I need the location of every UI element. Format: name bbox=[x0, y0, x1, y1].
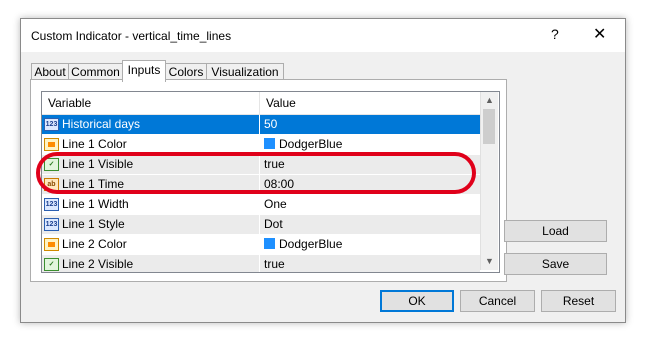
inputs-grid: Variable Value 123 Historical days 50 Li… bbox=[41, 91, 500, 273]
cancel-button[interactable]: Cancel bbox=[460, 290, 535, 312]
value-cell[interactable]: Dot bbox=[260, 215, 480, 235]
scroll-thumb[interactable] bbox=[483, 109, 495, 144]
custom-indicator-dialog: Custom Indicator - vertical_time_lines ?… bbox=[20, 18, 626, 323]
value-cell[interactable]: One bbox=[260, 195, 480, 215]
table-row[interactable]: 123 Historical days 50 bbox=[42, 115, 480, 135]
vertical-scrollbar[interactable]: ▲ ▼ bbox=[480, 92, 498, 270]
value-text: DodgerBlue bbox=[279, 237, 343, 251]
color-swatch bbox=[264, 138, 275, 149]
load-button[interactable]: Load bbox=[504, 220, 607, 242]
tab-visualization[interactable]: Visualization bbox=[206, 63, 284, 80]
value-cell[interactable]: true bbox=[260, 155, 480, 175]
variable-cell: Line 1 Width bbox=[42, 195, 260, 215]
variable-cell: Historical days bbox=[42, 115, 260, 135]
title-bar: Custom Indicator - vertical_time_lines ?… bbox=[21, 19, 625, 52]
table-row[interactable]: 123 Line 1 Style Dot bbox=[42, 215, 480, 235]
variable-cell: Line 1 Time bbox=[42, 175, 260, 195]
value-cell[interactable]: DodgerBlue bbox=[260, 135, 480, 155]
variable-cell: Line 1 Color bbox=[42, 135, 260, 155]
tab-about[interactable]: About bbox=[31, 63, 69, 80]
value-cell[interactable]: true bbox=[260, 255, 480, 272]
reset-button[interactable]: Reset bbox=[541, 290, 616, 312]
column-header-value[interactable]: Value bbox=[260, 92, 480, 114]
help-button[interactable]: ? bbox=[551, 26, 559, 42]
variable-cell: Line 1 Style bbox=[42, 215, 260, 235]
table-row[interactable]: 123 Line 1 Width One bbox=[42, 195, 480, 215]
value-cell[interactable]: DodgerBlue bbox=[260, 235, 480, 255]
tab-inputs[interactable]: Inputs bbox=[122, 60, 166, 82]
tab-colors[interactable]: Colors bbox=[165, 63, 207, 80]
value-cell[interactable]: 50 bbox=[260, 115, 480, 135]
table-row[interactable]: Line 2 Color DodgerBlue bbox=[42, 235, 480, 255]
table-row[interactable]: ✓ Line 1 Visible true bbox=[42, 155, 480, 175]
table-row[interactable]: ✓ Line 2 Visible true bbox=[42, 255, 480, 272]
grid-header: Variable Value bbox=[42, 92, 480, 115]
scroll-down-arrow-icon[interactable]: ▼ bbox=[481, 253, 498, 270]
window-title: Custom Indicator - vertical_time_lines bbox=[31, 29, 232, 43]
tab-common[interactable]: Common bbox=[68, 63, 123, 80]
ok-button[interactable]: OK bbox=[380, 290, 454, 312]
variable-cell: Line 2 Color bbox=[42, 235, 260, 255]
variable-cell: Line 2 Visible bbox=[42, 255, 260, 272]
scroll-up-arrow-icon[interactable]: ▲ bbox=[481, 92, 498, 109]
grid-rows: 123 Historical days 50 Line 1 Color Dodg… bbox=[42, 115, 480, 272]
close-button[interactable]: ✕ bbox=[593, 24, 606, 44]
value-text: DodgerBlue bbox=[279, 137, 343, 151]
value-cell[interactable]: 08:00 bbox=[260, 175, 480, 195]
table-row[interactable]: Line 1 Color DodgerBlue bbox=[42, 135, 480, 155]
column-header-variable[interactable]: Variable bbox=[42, 92, 260, 114]
inputs-panel: Variable Value 123 Historical days 50 Li… bbox=[30, 79, 507, 282]
save-button[interactable]: Save bbox=[504, 253, 607, 275]
variable-cell: Line 1 Visible bbox=[42, 155, 260, 175]
table-row[interactable]: ab Line 1 Time 08:00 bbox=[42, 175, 480, 195]
color-swatch bbox=[264, 238, 275, 249]
